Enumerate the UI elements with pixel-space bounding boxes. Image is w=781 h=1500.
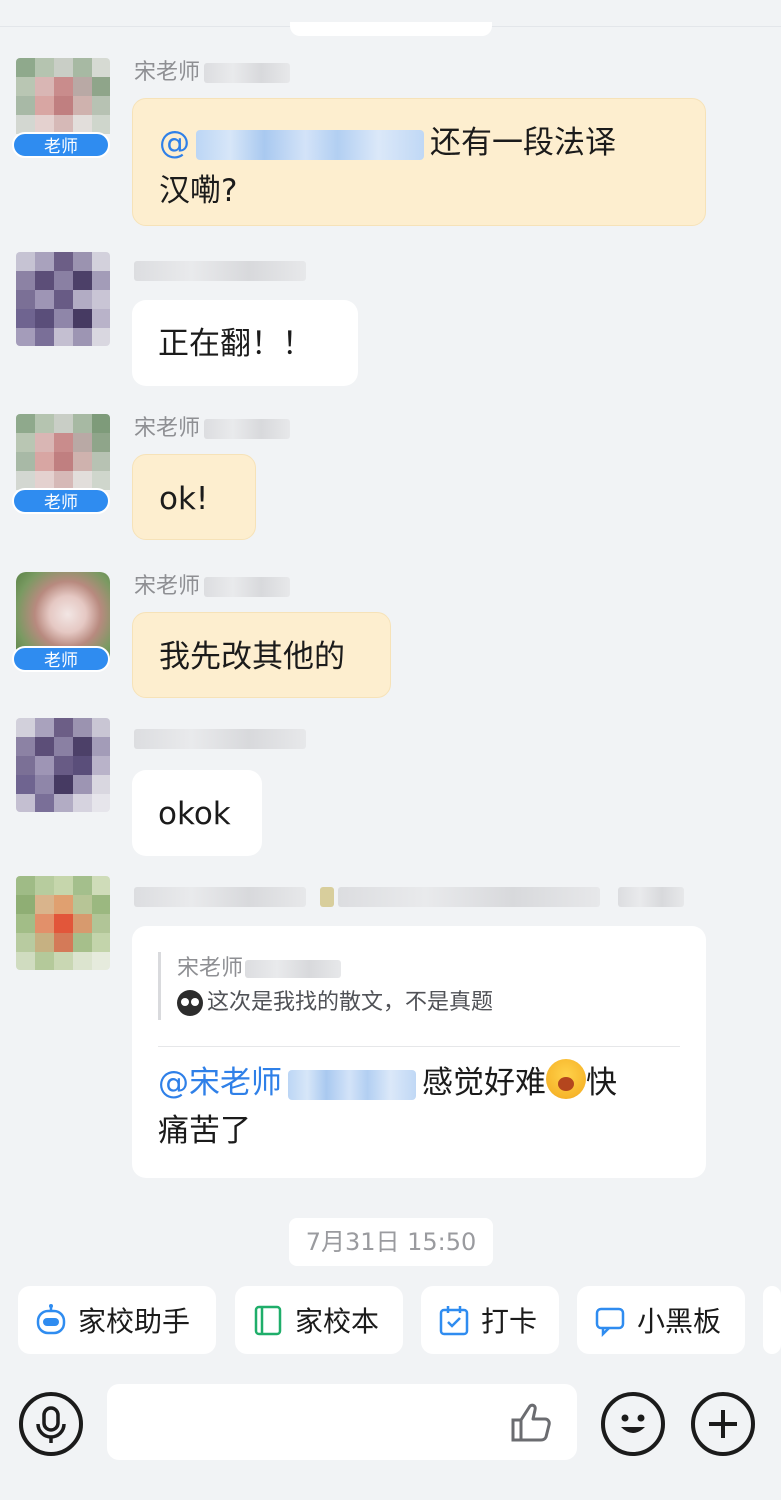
quick-action-blackboard[interactable]: 小黑板 xyxy=(577,1286,745,1354)
chat-board-icon xyxy=(593,1303,627,1338)
message-bubble[interactable]: ok! xyxy=(132,454,256,540)
teacher-badge: 老师 xyxy=(12,646,110,672)
message-text: 还有一段法译 xyxy=(430,125,616,161)
quick-action-label: 小黑板 xyxy=(637,1305,722,1338)
notebook-icon xyxy=(251,1303,285,1337)
message-text: ok! xyxy=(159,481,209,517)
sender-name xyxy=(134,882,684,912)
avatar[interactable] xyxy=(16,876,110,970)
message-bubble[interactable]: @ 还有一段法译 汉嘞? xyxy=(132,98,706,226)
message-text: 正在翻！！ xyxy=(158,326,313,362)
message-text: 我先改其他的 xyxy=(159,639,345,675)
quick-action-label: 打卡 xyxy=(481,1305,538,1338)
blurred-name xyxy=(204,419,291,439)
quote-content: 这次是我找的散文，不是真题 xyxy=(177,986,680,1020)
message-text: 感觉好难 xyxy=(422,1065,546,1101)
emoji-icon xyxy=(177,990,203,1016)
emoji-button[interactable] xyxy=(601,1392,665,1456)
blurred-name xyxy=(204,577,291,597)
sender-name xyxy=(134,724,306,754)
blurred-name xyxy=(245,960,342,978)
blurred-tag xyxy=(320,887,334,907)
avatar[interactable] xyxy=(16,252,110,346)
quick-action-assistant[interactable]: 家校助手 xyxy=(18,1286,216,1354)
quick-action-label: 家校本 xyxy=(295,1305,380,1338)
calendar-check-icon xyxy=(437,1303,471,1337)
mention[interactable]: @宋老师 xyxy=(158,1065,282,1101)
microphone-icon xyxy=(36,1406,66,1443)
input-bar xyxy=(0,1372,781,1500)
message-text: 快 xyxy=(586,1065,617,1101)
blurred-name xyxy=(134,729,306,749)
sender-name-text: 宋老师 xyxy=(134,60,201,85)
blurred-name xyxy=(204,63,291,83)
message-bubble[interactable]: okok xyxy=(132,770,262,856)
message-text-block: @宋老师 感觉好难 快 痛苦了 xyxy=(158,1059,680,1155)
quick-action-bar: 家校助手 家校本 打卡 小黑板 xyxy=(18,1286,781,1356)
crying-emoji-icon xyxy=(546,1059,586,1099)
message-text: 汉嘞? xyxy=(159,173,238,209)
blurred-name xyxy=(134,261,306,281)
quote-sender: 宋老师 xyxy=(177,952,680,986)
quote-divider xyxy=(158,1046,680,1047)
message-bubble[interactable]: 我先改其他的 xyxy=(132,612,391,698)
message-text: okok xyxy=(158,796,231,832)
thumbs-up-icon[interactable] xyxy=(509,1400,555,1444)
message-bubble[interactable]: 宋老师 这次是我找的散文，不是真题 @宋老师 感觉好难 快 痛苦了 xyxy=(132,926,706,1178)
blurred-name xyxy=(134,887,306,907)
quoted-message[interactable]: 宋老师 这次是我找的散文，不是真题 xyxy=(158,952,680,1020)
message-input[interactable] xyxy=(107,1384,577,1460)
sender-name: 宋老师 xyxy=(134,414,291,444)
blurred-name xyxy=(338,887,600,907)
voice-button[interactable] xyxy=(19,1392,83,1456)
message-bubble[interactable]: 正在翻！！ xyxy=(132,300,358,386)
quick-action-more[interactable] xyxy=(763,1286,781,1354)
sender-name: 宋老师 xyxy=(134,572,291,602)
sender-name: 宋老师 xyxy=(134,58,291,88)
plus-icon xyxy=(709,1410,737,1438)
blurred-mention xyxy=(196,129,424,160)
robot-icon xyxy=(34,1303,68,1337)
smiley-icon xyxy=(621,1414,645,1433)
blurred-mention xyxy=(288,1069,416,1100)
mention[interactable]: @ xyxy=(159,125,190,161)
sender-name-text: 宋老师 xyxy=(134,416,201,441)
avatar[interactable] xyxy=(16,718,110,812)
timestamp: 7月31日 15:50 xyxy=(289,1218,493,1266)
plus-button[interactable] xyxy=(691,1392,755,1456)
teacher-badge: 老师 xyxy=(12,132,110,158)
quick-action-checkin[interactable]: 打卡 xyxy=(421,1286,559,1354)
quick-action-notebook[interactable]: 家校本 xyxy=(235,1286,403,1354)
top-handle xyxy=(290,22,492,36)
quote-text: 这次是我找的散文，不是真题 xyxy=(207,990,494,1015)
blurred-name xyxy=(618,887,684,907)
quote-sender-text: 宋老师 xyxy=(177,956,244,981)
sender-name xyxy=(134,256,306,286)
quick-action-label: 家校助手 xyxy=(78,1305,191,1338)
teacher-badge: 老师 xyxy=(12,488,110,514)
sender-name-text: 宋老师 xyxy=(134,574,201,599)
message-text: 痛苦了 xyxy=(158,1113,251,1149)
